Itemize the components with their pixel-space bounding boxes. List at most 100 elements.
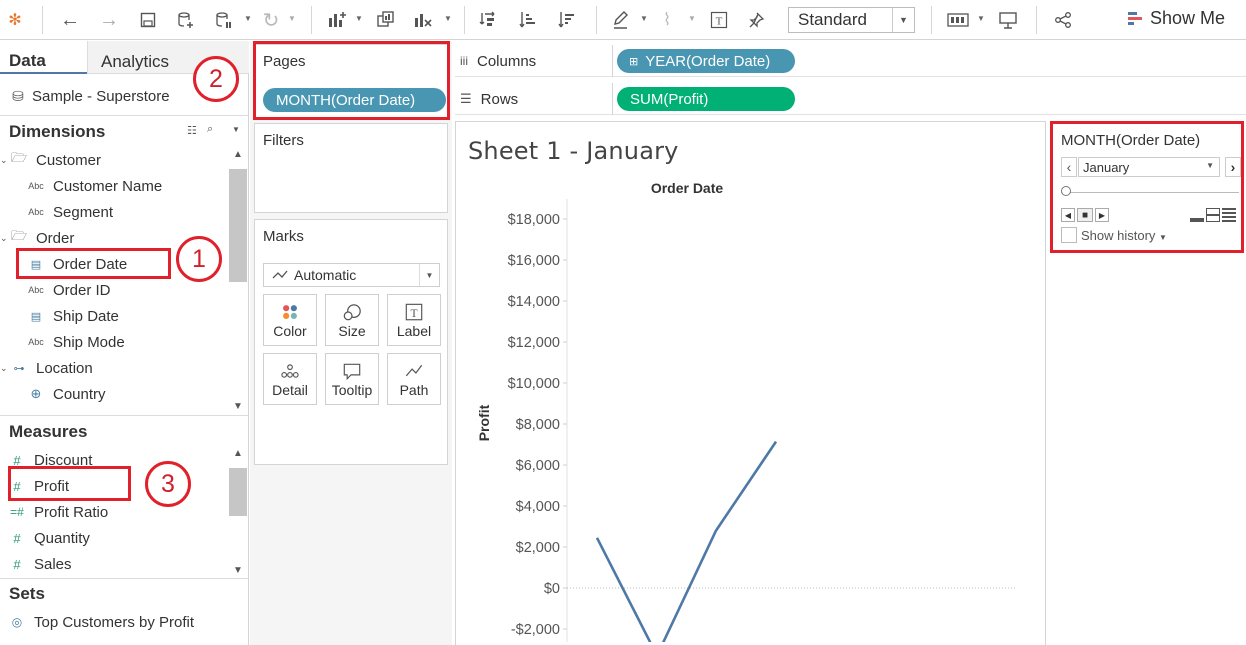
scrollbar-thumb[interactable] [229,169,247,282]
set-top-customers[interactable]: ◎ Top Customers by Profit [8,609,194,635]
dropdown-arrow-icon[interactable]: ▼ [640,14,648,23]
line-chart[interactable]: Order Date $18,000 $16,000 $14,000 $12,000 $1… [456,122,1045,642]
scroll-down-icon[interactable]: ▼ [229,565,247,576]
dimension-customer-name[interactable]: Abc Customer Name [27,173,162,199]
mark-type-dropdown[interactable]: Automatic ▼ [263,263,440,287]
data-source[interactable]: ⛁ Sample - Superstore [10,83,169,109]
dimension-folder-customer[interactable]: ⌄ 🗁 Customer [0,147,101,173]
view-size-dropdown[interactable]: Standard ▼ [788,7,915,33]
chevron-down-icon[interactable]: ▼ [232,125,240,134]
marks-size-button[interactable]: Size [325,294,379,346]
dropdown-arrow-icon[interactable]: ▼ [355,14,363,23]
string-type-icon: Abc [28,337,44,347]
cards-column: Pages MONTH(Order Date) Filters Marks Au… [250,41,452,645]
new-datasource-icon[interactable] [175,8,197,32]
divider [0,578,248,579]
marks-button-label: Tooltip [331,382,373,398]
tableau-logo-icon[interactable]: ✻ [4,8,26,32]
scroll-up-icon[interactable]: ▲ [229,149,247,160]
divider [0,415,248,416]
scrollbar-thumb[interactable] [229,468,247,516]
measure-label: Sales [34,555,72,573]
dimension-label: Customer Name [53,177,163,195]
pause-updates-icon[interactable] [213,8,235,32]
share-icon[interactable] [1052,8,1074,32]
dimension-hierarchy-location[interactable]: ⌄ ⊶ Location [0,355,93,381]
y-tick-label: $8,000 [516,417,560,433]
dimension-segment[interactable]: Abc Segment [27,199,113,225]
toolbar-divider [1036,6,1037,34]
expand-icon[interactable]: ⌄ [0,363,10,374]
columns-shelf[interactable]: iii Columns ⊞ YEAR(Order Date) [455,45,1246,77]
show-cards-icon[interactable] [946,8,970,32]
marks-label-button[interactable]: T Label [387,294,441,346]
hierarchy-icon: ⊶ [13,362,25,375]
undo-icon[interactable]: ← [58,8,82,32]
dropdown-arrow-icon[interactable]: ▼ [977,14,985,23]
list-view-icon[interactable]: ☷ [187,124,197,137]
tab-data[interactable]: Data [0,41,87,74]
chevron-down-icon[interactable]: ▼ [419,264,439,286]
highlight-icon[interactable] [610,8,632,32]
profit-series-line [595,440,778,642]
measures-scrollbar[interactable]: ▲ ▼ [229,448,247,576]
rows-pill[interactable]: SUM(Profit) [617,87,795,111]
expand-icon[interactable]: ⌄ [0,155,10,166]
scroll-down-icon[interactable]: ▼ [229,401,247,412]
dimension-order-id[interactable]: Abc Order ID [27,277,110,303]
svg-text:T: T [410,308,417,320]
rows-shelf[interactable]: ☰ Rows SUM(Profit) [455,83,1246,115]
size-icon [343,304,361,321]
show-mark-labels-icon[interactable]: T [708,8,730,32]
dropdown-arrow-icon[interactable]: ▼ [288,14,296,23]
dropdown-arrow-icon[interactable]: ▼ [244,14,252,23]
clear-sheet-icon[interactable] [412,8,434,32]
refresh-icon[interactable]: ↻ [260,8,282,32]
redo-icon[interactable]: → [97,8,121,32]
sort-ascending-icon[interactable] [517,8,539,32]
columns-pill[interactable]: ⊞ YEAR(Order Date) [617,49,795,73]
presentation-mode-icon[interactable] [997,8,1019,32]
dropdown-arrow-icon[interactable]: ▼ [444,14,452,23]
dropdown-arrow-icon[interactable]: ▼ [688,14,696,23]
sort-descending-icon[interactable] [556,8,578,32]
column-header-order-date: Order Date [651,180,724,196]
y-tick-label: $6,000 [516,458,560,474]
filters-card-title: Filters [263,132,304,149]
fix-axes-icon[interactable] [745,8,767,32]
folder-icon: 🗁 [10,228,28,243]
label-icon: T [405,303,423,321]
scroll-up-icon[interactable]: ▲ [229,448,247,459]
string-type-icon: Abc [28,181,44,191]
dimensions-scrollbar[interactable]: ▲ ▼ [229,149,247,412]
measure-label: Quantity [34,529,90,547]
duplicate-sheet-icon[interactable] [375,8,397,32]
string-type-icon: Abc [28,207,44,217]
measure-sales[interactable]: # Sales [8,551,72,577]
dimension-country[interactable]: ⊕ Country [27,381,106,407]
dimension-ship-mode[interactable]: Abc Ship Mode [27,329,124,355]
path-icon [405,364,423,377]
new-worksheet-icon[interactable] [326,8,348,32]
dimension-label: Customer [36,151,102,169]
measure-profit-ratio[interactable]: =# Profit Ratio [8,499,108,525]
marks-button-label: Size [338,323,366,339]
expand-date-icon[interactable]: ⊞ [629,55,638,68]
measure-quantity[interactable]: # Quantity [8,525,90,551]
marks-path-button[interactable]: Path [387,353,441,405]
save-icon[interactable] [137,8,159,32]
search-icon[interactable]: ⌕ [207,123,213,136]
group-members-icon[interactable]: ⌇ [656,8,678,32]
show-me-button[interactable]: Show Me [1128,8,1225,29]
chevron-down-icon[interactable]: ▼ [892,8,914,32]
swap-rows-columns-icon[interactable] [477,8,499,32]
annotation-badge-3: 3 [145,461,191,507]
dimension-ship-date[interactable]: ▤ Ship Date [27,303,119,329]
toolbar-divider [931,6,932,34]
marks-detail-button[interactable]: Detail [263,353,317,405]
marks-tooltip-button[interactable]: Tooltip [325,353,379,405]
data-pane: Data Analytics ⛁ Sample - Superstore Dim… [0,41,249,645]
expand-icon[interactable]: ⌄ [0,233,10,244]
marks-color-button[interactable]: Color [263,294,317,346]
filters-card[interactable]: Filters [254,123,448,213]
